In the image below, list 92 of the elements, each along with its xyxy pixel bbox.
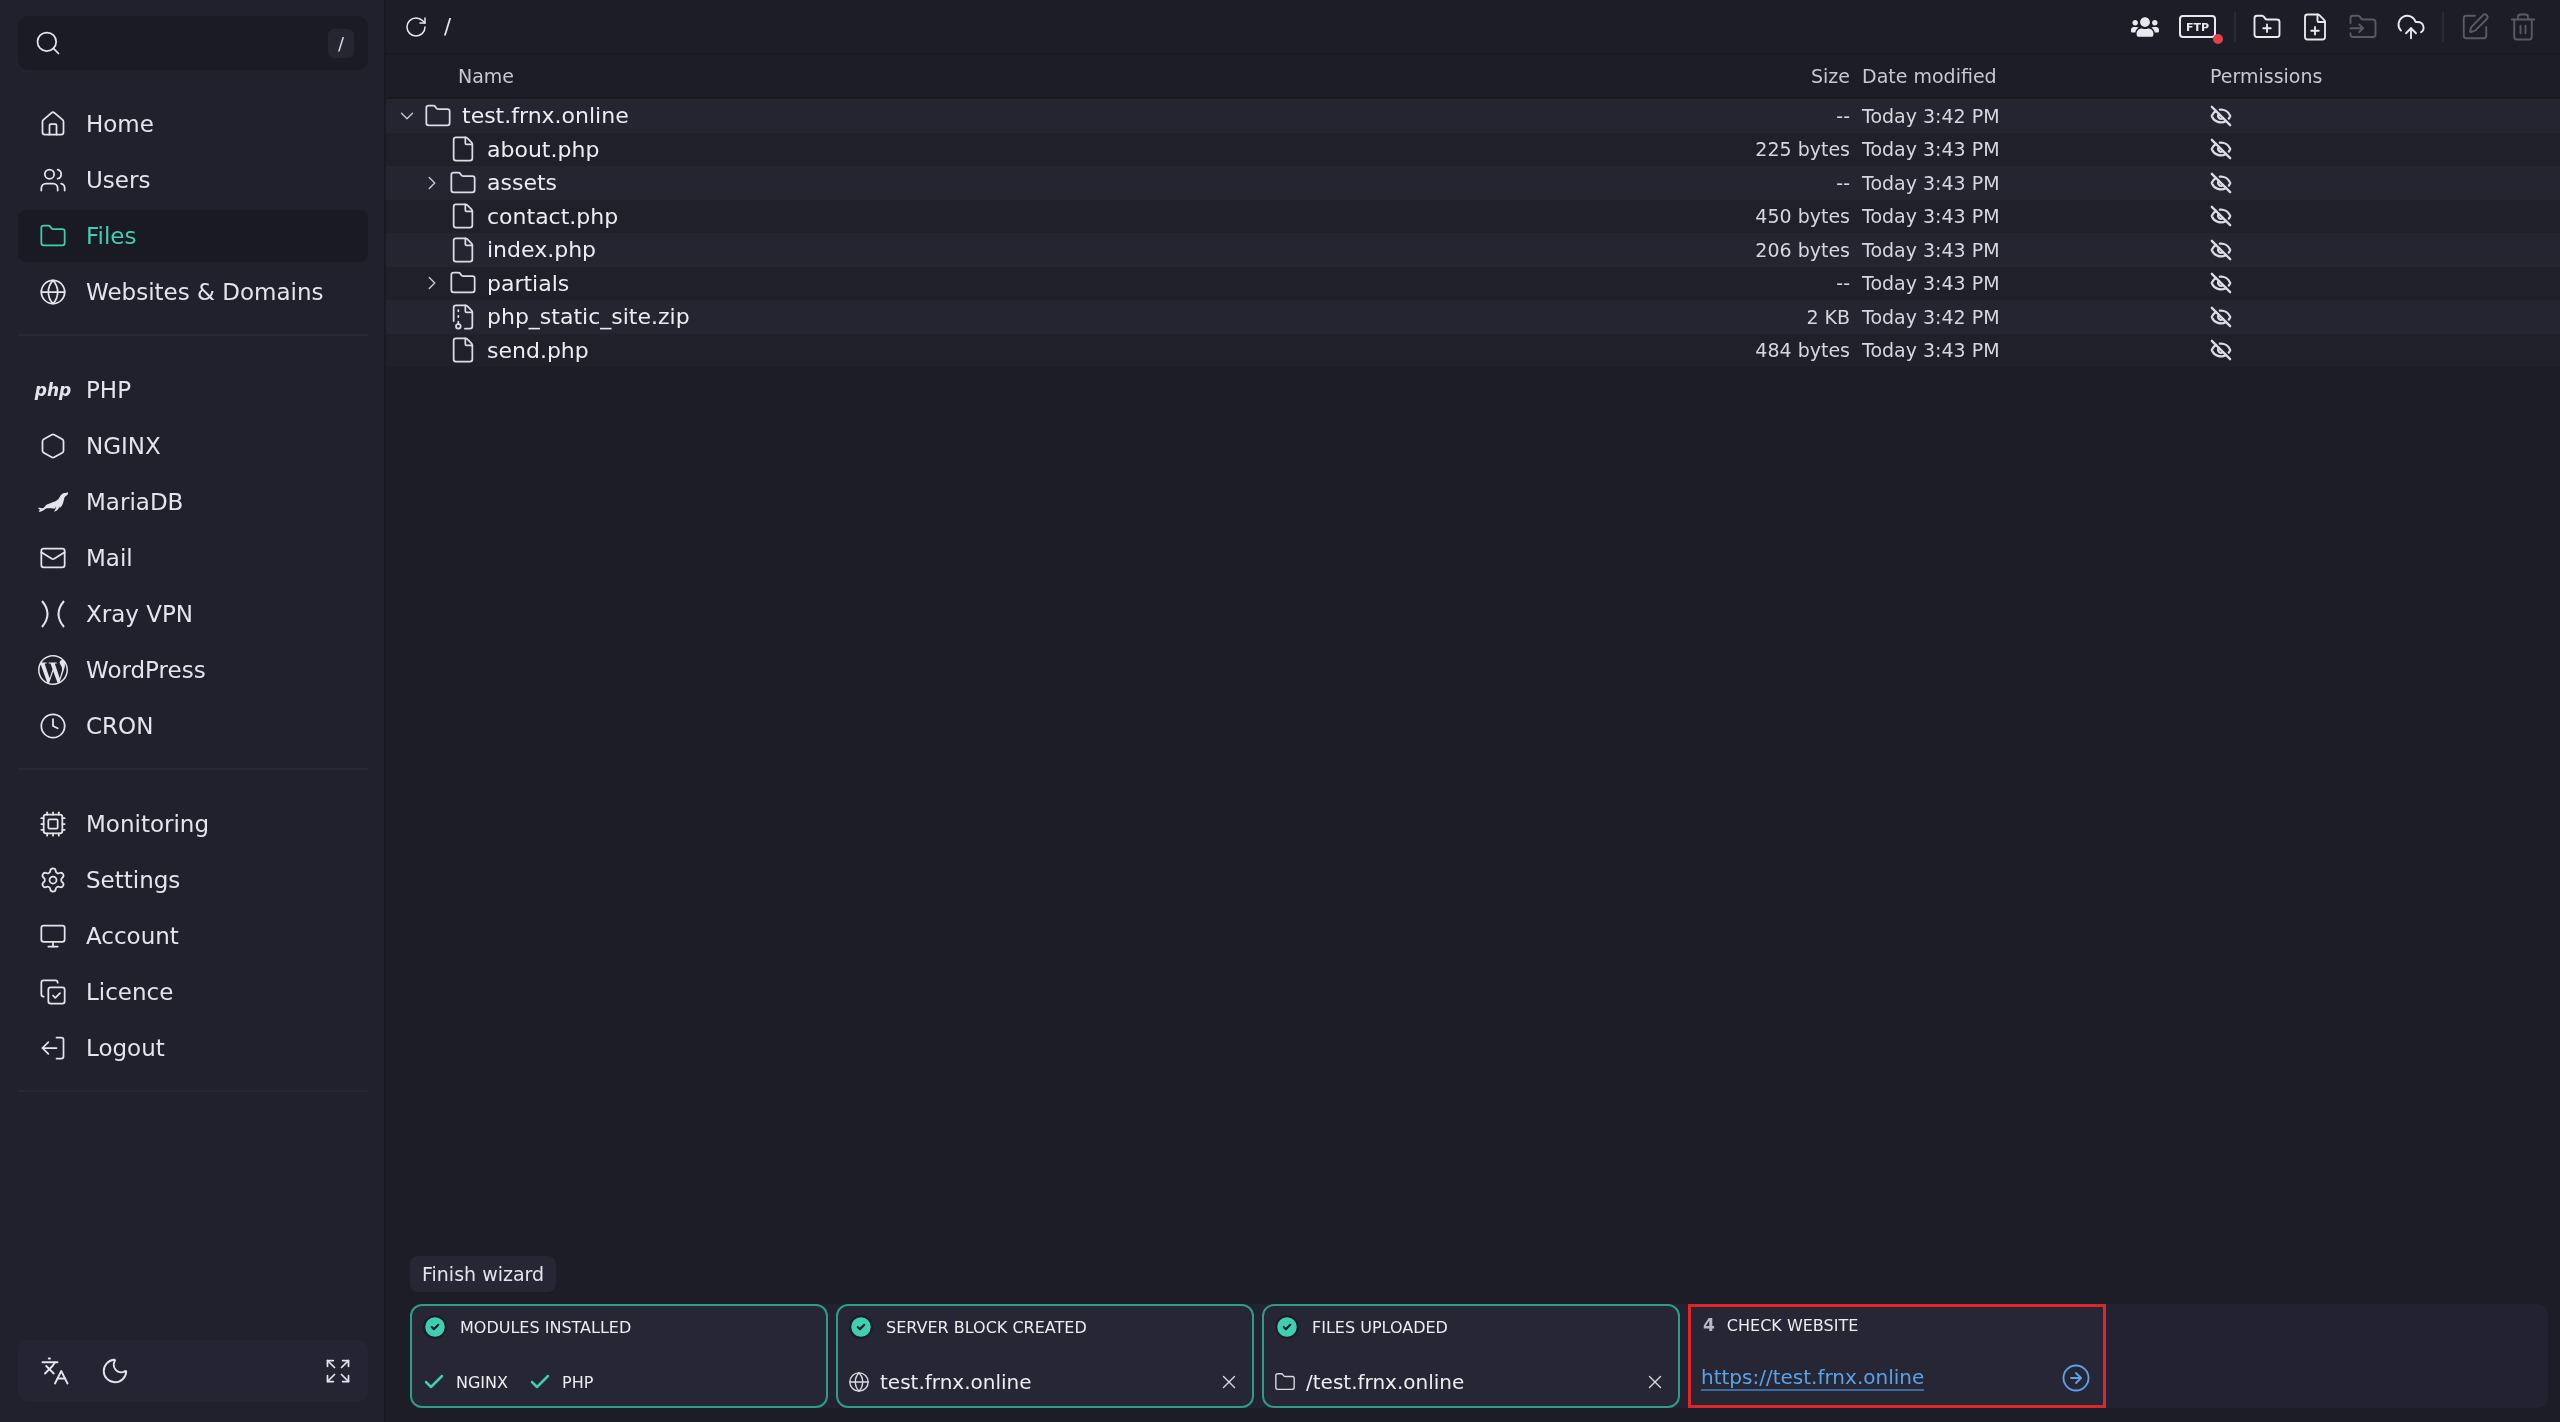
file-name: assets xyxy=(487,170,558,196)
clipboard-check-icon xyxy=(39,978,67,1006)
nav-item[interactable]: Websites & Domains xyxy=(18,266,368,318)
shortcut-key: / xyxy=(327,28,354,58)
file-row[interactable]: test.frnx.online -- Today 3:42 PM xyxy=(386,99,2560,133)
nav-item[interactable]: NGINX xyxy=(18,420,368,472)
file-name: test.frnx.online xyxy=(462,103,629,129)
size-cell: -- xyxy=(1836,272,1850,295)
module-label: NGINX xyxy=(456,1372,508,1392)
date-cell: Today 3:43 PM xyxy=(1862,238,2000,261)
date-cell: Today 3:43 PM xyxy=(1862,272,2000,295)
size-cell: 484 bytes xyxy=(1755,339,1850,362)
nav-item[interactable]: Files xyxy=(18,210,368,262)
size-cell: 206 bytes xyxy=(1755,238,1850,261)
website-link[interactable]: https://test.frnx.online xyxy=(1701,1365,1925,1391)
nav-item[interactable]: Account xyxy=(18,910,368,962)
step-title: MODULES INSTALLED xyxy=(460,1317,632,1337)
nav-item[interactable]: WordPress xyxy=(18,644,368,696)
size-cell: 2 KB xyxy=(1806,305,1850,328)
file-name: partials xyxy=(487,270,570,296)
eye-off-icon xyxy=(2210,339,2232,362)
home-icon xyxy=(39,110,67,138)
step-title: CHECK WEBSITE xyxy=(1726,1315,1859,1335)
date-cell: Today 3:42 PM xyxy=(1862,104,2000,127)
file-name: about.php xyxy=(487,136,600,162)
hexagon-icon xyxy=(39,432,67,460)
search-field[interactable]: / xyxy=(18,16,368,70)
settings-icon xyxy=(39,866,67,894)
nav-item[interactable]: Logout xyxy=(18,1022,368,1074)
delete-icon xyxy=(2508,11,2538,42)
wizard-title: Finish wizard xyxy=(410,1256,557,1292)
size-cell: -- xyxy=(1836,171,1850,194)
column-header[interactable]: Name xyxy=(386,65,515,87)
size-cell: 450 bytes xyxy=(1755,205,1850,228)
globe-icon xyxy=(39,278,67,306)
module-label: PHP xyxy=(562,1372,594,1392)
date-cell: Today 3:43 PM xyxy=(1862,171,2000,194)
users-icon xyxy=(39,166,67,194)
monitor-icon xyxy=(39,922,67,950)
ftp-button[interactable]: FTP xyxy=(2178,15,2216,38)
go-button[interactable] xyxy=(2061,1363,2091,1393)
check-circle-icon xyxy=(1274,1314,1300,1340)
eye-off-icon xyxy=(2210,305,2232,328)
chip-icon xyxy=(39,810,67,838)
step-title: SERVER BLOCK CREATED xyxy=(886,1317,1087,1337)
nav-item[interactable]: Settings xyxy=(18,854,368,906)
file-name: php_static_site.zip xyxy=(487,304,690,330)
nav-item[interactable]: Mail xyxy=(18,532,368,584)
nav-item[interactable]: MariaDB xyxy=(18,476,368,528)
column-header[interactable]: Date modified xyxy=(1862,65,1997,87)
step-value: test.frnx.online xyxy=(880,1370,1033,1394)
date-cell: Today 3:43 PM xyxy=(1862,205,2000,228)
file-name: contact.php xyxy=(487,203,619,229)
file-row[interactable]: assets -- Today 3:43 PM xyxy=(386,166,2560,200)
file-name: send.php xyxy=(487,337,589,363)
date-cell: Today 3:43 PM xyxy=(1862,138,2000,161)
file-row[interactable]: php_static_site.zip 2 KB Today 3:42 PM xyxy=(386,300,2560,334)
nav-item[interactable]: php PHP xyxy=(18,364,368,416)
current-path: / xyxy=(444,14,452,39)
nav-item[interactable]: Home xyxy=(18,98,368,150)
step-value: /test.frnx.online xyxy=(1306,1370,1466,1394)
nav-item[interactable]: Licence xyxy=(18,966,368,1018)
clock-icon xyxy=(39,712,67,740)
check-circle-icon xyxy=(422,1314,448,1340)
nav-item[interactable]: Monitoring xyxy=(18,798,368,850)
eye-off-icon xyxy=(2210,238,2232,261)
nav-item[interactable]: Xray VPN xyxy=(18,588,368,640)
edit-icon xyxy=(2460,11,2490,42)
eye-off-icon xyxy=(2210,171,2232,194)
nav-item[interactable]: Users xyxy=(18,154,368,206)
date-cell: Today 3:43 PM xyxy=(1862,339,2000,362)
step-title: FILES UPLOADED xyxy=(1312,1317,1448,1337)
folder-icon xyxy=(1274,1371,1296,1393)
eye-off-icon xyxy=(2210,205,2232,228)
date-cell: Today 3:42 PM xyxy=(1862,305,2000,328)
file-name: index.php xyxy=(487,237,597,263)
file-row[interactable]: index.php 206 bytes Today 3:43 PM xyxy=(386,233,2560,267)
globe-icon xyxy=(848,1371,870,1393)
eye-off-icon xyxy=(2210,138,2232,161)
size-cell: 225 bytes xyxy=(1755,138,1850,161)
step-number: 4 xyxy=(1702,1315,1715,1335)
check-circle-icon xyxy=(848,1314,874,1340)
logout-icon xyxy=(39,1034,67,1062)
php-logo: php xyxy=(34,380,72,400)
column-header[interactable]: Size xyxy=(1811,65,1850,87)
eye-off-icon xyxy=(2210,272,2232,295)
eye-off-icon xyxy=(2210,104,2232,127)
column-header[interactable]: Permissions xyxy=(2210,65,2323,87)
wordpress-logo-icon xyxy=(38,655,68,685)
search-icon xyxy=(34,29,62,57)
nav-item[interactable]: CRON xyxy=(18,700,368,752)
size-cell: -- xyxy=(1836,104,1850,127)
